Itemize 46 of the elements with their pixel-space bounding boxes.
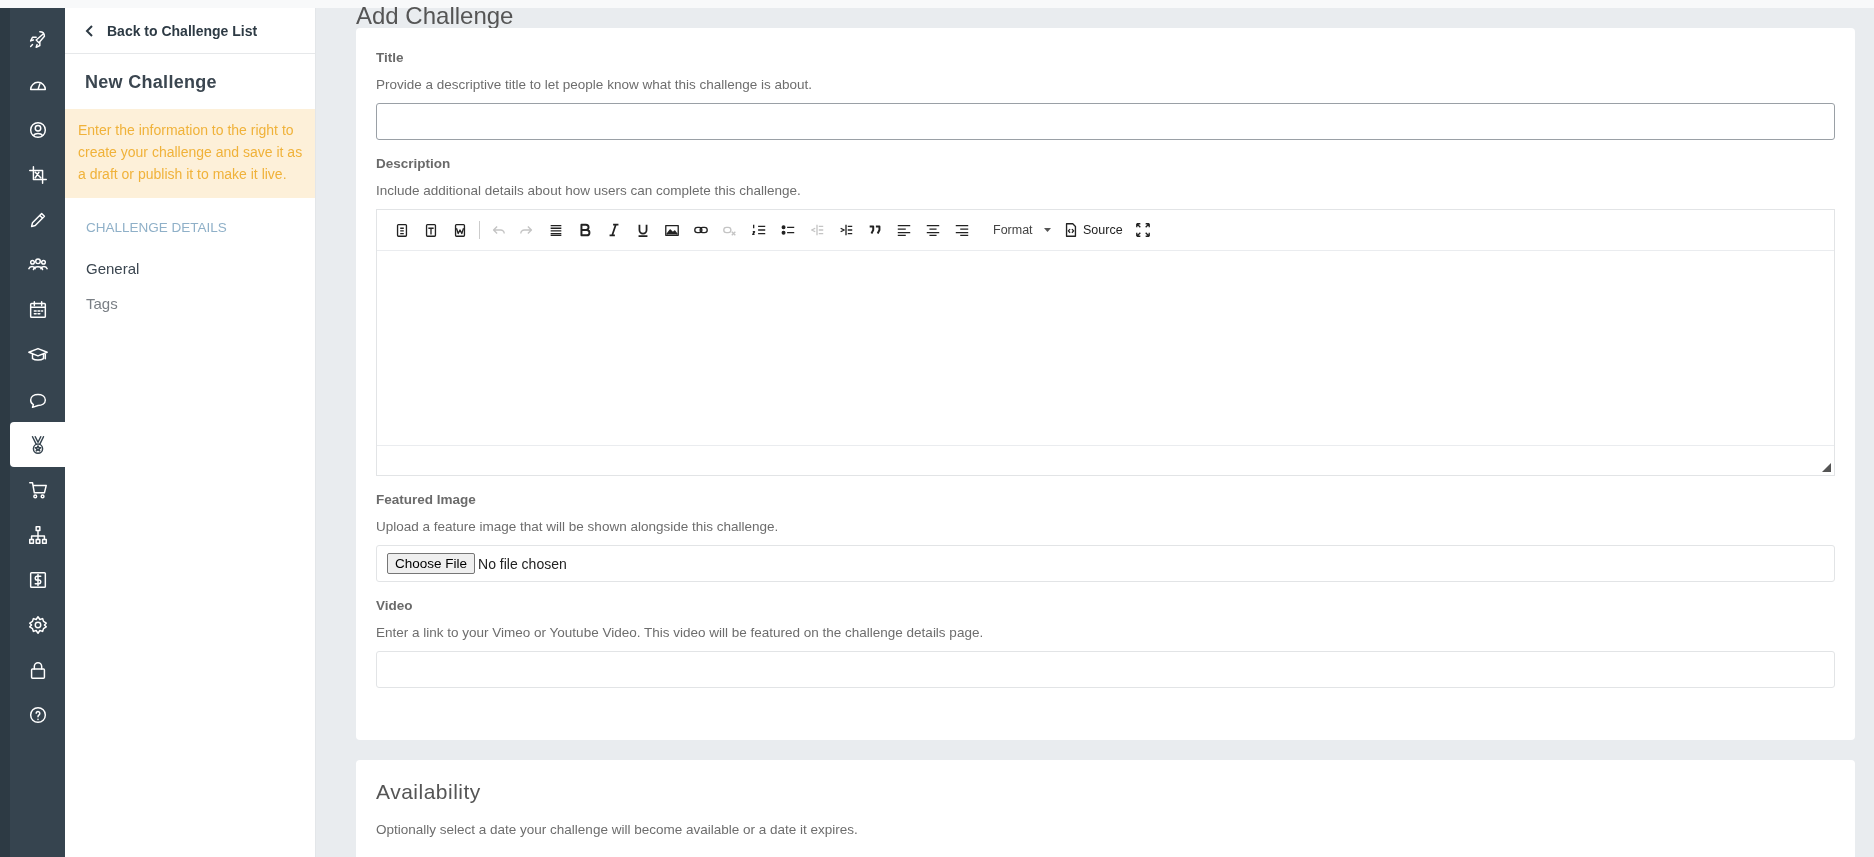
title-input[interactable] [376,103,1835,140]
horizontal-line-icon [548,222,564,238]
back-link[interactable]: Back to Challenge List [65,8,315,54]
paste-text-icon [423,222,439,238]
field-label: Video [376,598,414,613]
choose-file-button[interactable]: Choose File [387,553,476,574]
page-title: Add Challenge [356,4,515,28]
bold-icon [577,222,593,238]
field-label: Featured Image [376,492,477,507]
numbered-list-icon [751,222,767,238]
outdent-icon [809,222,825,238]
nav-button[interactable] [10,422,65,467]
help-text: Optionally select a date your challenge will become available or a date it expires. [376,822,859,837]
chevron-left-icon [85,24,95,37]
sidebar-item[interactable]: General [65,251,315,286]
info-notice: Enter the information to the right to create your challenge and save it as a draft or publish it to make it live. [65,109,315,198]
paste-icon [394,222,410,238]
video-link-input[interactable] [376,651,1835,688]
help-text: Provide a descriptive title to let people know what this challenge is about. [376,77,813,92]
help-text: Enter a link to your Vimeo or Youtube Video. This video will be featured on the challenge details page. [376,625,985,640]
caret-icon [1044,228,1051,232]
field-label: Title [376,50,405,65]
crop-icon [26,163,49,186]
align-left-icon [896,222,912,238]
resize-handle-icon[interactable] [1822,463,1831,472]
sidebar-heading: New Challenge [84,71,218,94]
file-input[interactable]: Choose File No file chosen [376,545,1835,582]
sidebar-item[interactable]: Tags [65,286,315,321]
maximize-icon [1134,222,1151,238]
image-icon [664,222,680,238]
align-center-icon [925,222,941,238]
field-label: Description [376,156,452,171]
help-text: Include additional details about how users can complete this challenge. [376,183,802,198]
paste-word-icon [452,222,468,238]
source-button[interactable]: Source [1059,217,1127,243]
align-right-icon [954,222,970,238]
settings-icon [26,613,49,636]
format-dropdown[interactable]: Format [979,217,1055,243]
section-heading: Availability [376,780,482,804]
indent-icon [838,222,854,238]
bulleted-list-icon [780,222,796,238]
file-status: No file chosen [478,555,567,572]
org-chart-icon [26,523,49,546]
source-icon [1063,222,1079,238]
section-title: CHALLENGE DETAILS [85,219,228,235]
help-text: Upload a feature image that will be shown alongside this challenge. [376,519,780,534]
